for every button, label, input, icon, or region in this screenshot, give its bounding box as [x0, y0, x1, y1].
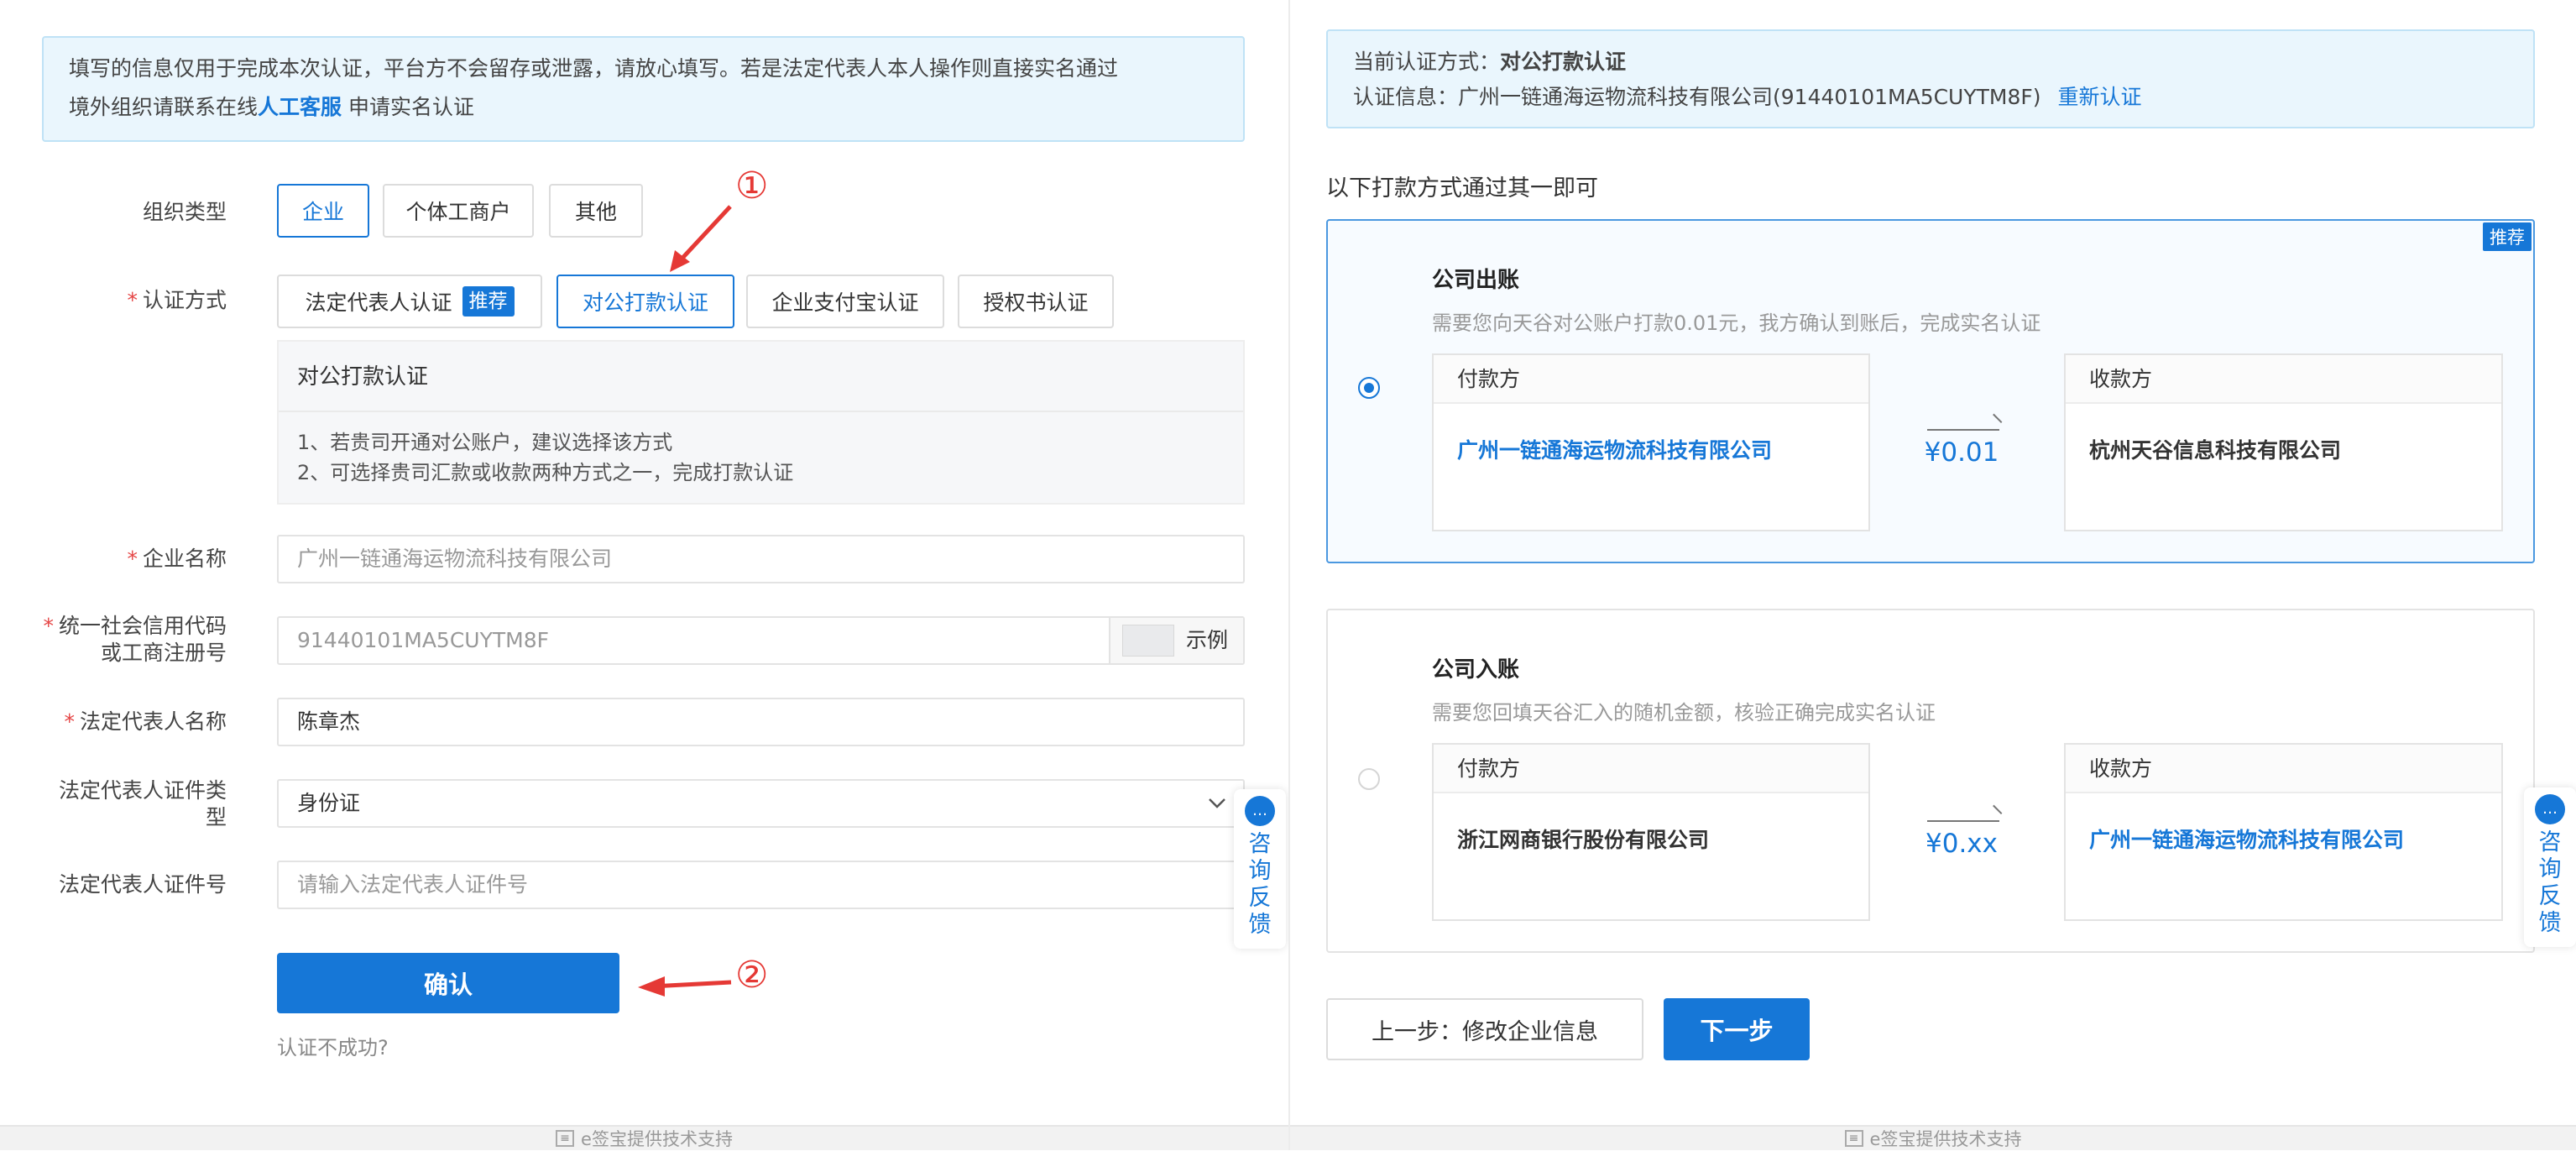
payee-name: 杭州天谷信息科技有限公司	[2089, 438, 2342, 463]
org-type-individual[interactable]: 个体工商户	[383, 184, 534, 238]
payee-name: 广州一链通海运物流科技有限公司	[2089, 828, 2405, 852]
org-type-enterprise[interactable]: 企业	[277, 184, 369, 238]
footer: ≡ e签宝提供技术支持	[1290, 1125, 2576, 1150]
auth-corporate-transfer[interactable]: 对公打款认证	[556, 275, 734, 328]
option-title: 公司出账	[1432, 268, 1520, 293]
credit-code-input[interactable]: 91440101MA5CUYTM8F 示例	[277, 616, 1245, 665]
esign-logo-icon: ≡	[1844, 1130, 1863, 1147]
payer-box: 付款方 浙江网商银行股份有限公司	[1432, 743, 1870, 921]
id-number-label: 法定代表人证件号	[58, 872, 227, 897]
org-type-other[interactable]: 其他	[549, 184, 643, 238]
company-name-input[interactable]: 广州一链通海运物流科技有限公司	[277, 535, 1245, 583]
reauth-link[interactable]: 重新认证	[2058, 85, 2142, 109]
notice-line-2: 境外组织请联系在线人工客服 申请实名认证	[69, 95, 474, 119]
radio-incoming[interactable]	[1358, 768, 1380, 790]
esign-logo-icon: ≡	[556, 1130, 575, 1147]
info-box-title: 对公打款认证	[279, 342, 1243, 412]
example-button[interactable]: 示例	[1109, 618, 1243, 663]
feedback-float-button[interactable]: … 咨询 反馈	[1234, 789, 1286, 949]
current-method-value: 对公打款认证	[1500, 50, 1627, 74]
recommend-badge: 推荐	[2483, 222, 2532, 251]
payer-name: 浙江网商银行股份有限公司	[1457, 828, 1710, 852]
footer: ≡ e签宝提供技术支持	[0, 1125, 1288, 1150]
transfer-amount: ¥0.xx	[1925, 829, 1998, 859]
auth-info-box: 对公打款认证 1、若贵司开通对公账户，建议选择该方式 2、可选择贵司汇款或收款两…	[277, 340, 1245, 505]
prev-step-button[interactable]: 上一步：修改企业信息	[1326, 998, 1643, 1060]
auth-failed-link[interactable]: 认证不成功?	[277, 1031, 389, 1060]
payment-option-incoming[interactable]: 公司入账 需要您回填天谷汇入的随机金额，核验正确完成实名认证 付款方 浙江网商银…	[1326, 609, 2535, 953]
customer-service-link[interactable]: 人工客服	[258, 95, 342, 119]
auth-method-label: * 认证方式	[127, 288, 227, 312]
id-type-select[interactable]: 身份证	[277, 779, 1245, 828]
auth-legal-rep[interactable]: 法定代表人认证 推荐	[277, 275, 542, 328]
id-type-label: 法定代表人证件类 型	[58, 778, 227, 829]
chat-bubble-icon: …	[1245, 796, 1275, 826]
org-type-label: 组织类型	[142, 200, 227, 224]
annotation-2: ②	[735, 954, 769, 997]
payee-box: 收款方 杭州天谷信息科技有限公司	[2064, 353, 2503, 531]
current-auth-notice: 当前认证方式：对公打款认证 认证信息：广州一链通海运物流科技有限公司(91440…	[1326, 29, 2535, 128]
legal-rep-name-label: * 法定代表人名称	[64, 709, 227, 734]
info-box-line-1: 1、若贵司开通对公账户，建议选择该方式	[297, 431, 673, 454]
credit-code-label: * 统一社会信用代码 或工商注册号	[43, 614, 227, 665]
payment-option-outgoing[interactable]: 推荐 公司出账 需要您向天谷对公账户打款0.01元，我方确认到账后，完成实名认证…	[1326, 219, 2535, 563]
next-step-button[interactable]: 下一步	[1664, 998, 1810, 1060]
payer-box: 付款方 广州一链通海运物流科技有限公司	[1432, 353, 1870, 531]
transfer-arrow-icon	[1927, 429, 1999, 431]
option-desc: 需要您回填天谷汇入的随机金额，核验正确完成实名认证	[1432, 701, 1936, 725]
instruction-text: 以下打款方式通过其一即可	[1326, 175, 1598, 201]
radio-outgoing[interactable]	[1358, 377, 1380, 399]
left-pane: 填写的信息仅用于完成本次认证，平台方不会留存或泄露，请放心填写。若是法定代表人本…	[0, 0, 1288, 1150]
transfer-arrow-icon	[1927, 820, 1999, 822]
feedback-float-button[interactable]: … 咨询 反馈	[2524, 787, 2576, 947]
legal-rep-name-input[interactable]: 陈章杰	[277, 698, 1245, 746]
transfer-amount: ¥0.01	[1924, 437, 1999, 468]
right-pane: 当前认证方式：对公打款认证 认证信息：广州一链通海运物流科技有限公司(91440…	[1290, 0, 2576, 1150]
id-number-input[interactable]: 请输入法定代表人证件号	[277, 861, 1245, 909]
chat-bubble-icon: …	[2535, 794, 2565, 824]
auth-authorization-letter[interactable]: 授权书认证	[958, 275, 1114, 328]
annotation-arrow-1	[670, 205, 732, 272]
notice-line-1: 填写的信息仅用于完成本次认证，平台方不会留存或泄露，请放心填写。若是法定代表人本…	[69, 56, 1119, 81]
payee-box: 收款方 广州一链通海运物流科技有限公司	[2064, 743, 2503, 921]
option-title: 公司入账	[1432, 657, 1520, 683]
recommend-tag: 推荐	[462, 286, 515, 317]
company-name-label: * 企业名称	[127, 547, 227, 571]
info-notice: 填写的信息仅用于完成本次认证，平台方不会留存或泄露，请放心填写。若是法定代表人本…	[42, 36, 1245, 142]
auth-alipay[interactable]: 企业支付宝认证	[746, 275, 944, 328]
license-thumbnail-icon	[1122, 625, 1174, 657]
chevron-down-icon	[1209, 798, 1225, 808]
auth-info-value: 广州一链通海运物流科技有限公司(91440101MA5CUYTM8F)	[1458, 85, 2041, 109]
confirm-button[interactable]: 确认	[277, 953, 619, 1013]
payer-name: 广州一链通海运物流科技有限公司	[1457, 438, 1773, 463]
annotation-arrow-2	[638, 976, 732, 997]
info-box-line-2: 2、可选择贵司汇款或收款两种方式之一，完成打款认证	[297, 461, 794, 484]
option-desc: 需要您向天谷对公账户打款0.01元，我方确认到账后，完成实名认证	[1432, 311, 2041, 335]
